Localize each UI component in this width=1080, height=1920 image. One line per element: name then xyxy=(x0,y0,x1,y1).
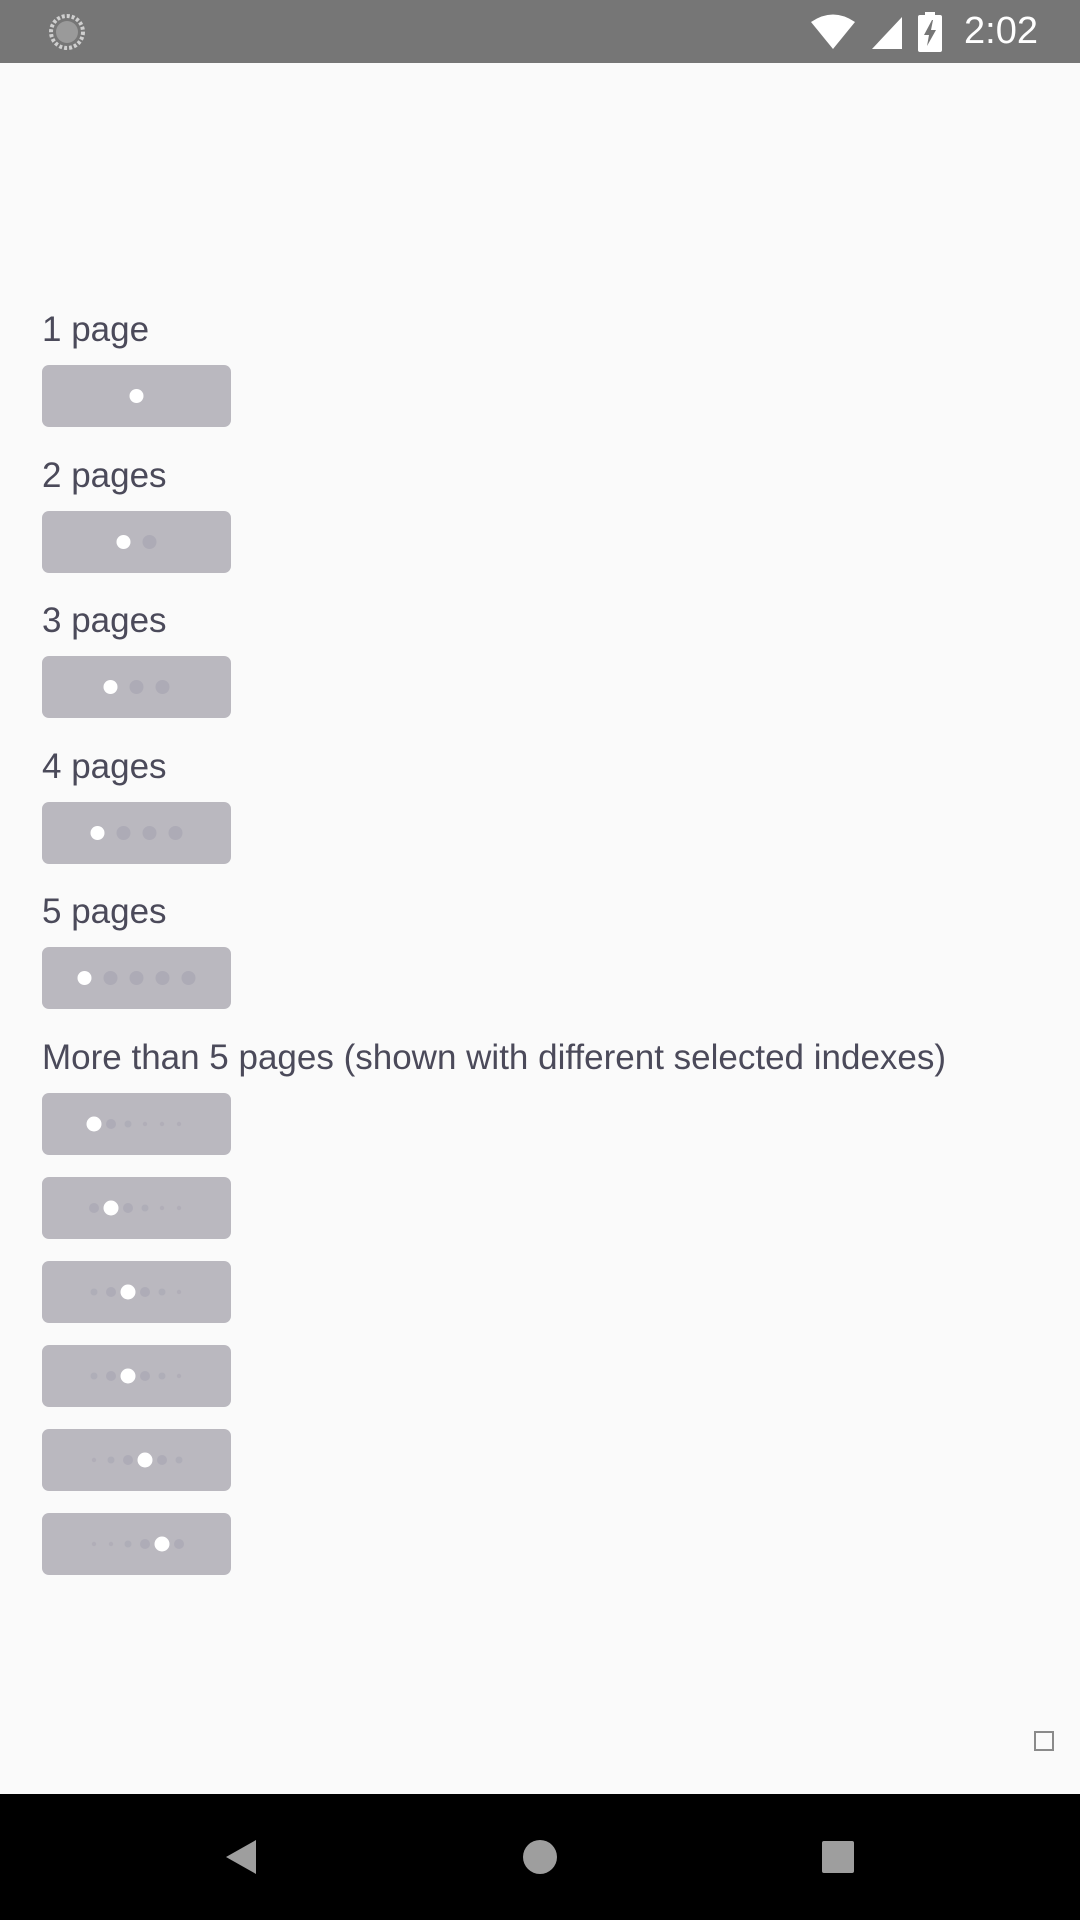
loading-icon xyxy=(49,14,85,50)
page-indicator[interactable] xyxy=(42,1261,231,1323)
page-dot xyxy=(141,1204,149,1212)
active-page-dot xyxy=(103,680,118,694)
page-indicator[interactable] xyxy=(42,802,231,864)
status-bar: 2:02 xyxy=(0,0,1080,63)
page-dot xyxy=(176,1121,182,1127)
page-dot xyxy=(181,971,196,985)
page-indicator[interactable] xyxy=(42,947,231,1009)
status-time: 2:02 xyxy=(964,10,1038,52)
page-dot xyxy=(176,1373,182,1379)
page-indicator[interactable] xyxy=(42,365,231,427)
page-dot xyxy=(123,1203,133,1213)
page-dot xyxy=(106,1371,116,1381)
checkbox-square-icon[interactable] xyxy=(1034,1731,1054,1751)
home-button[interactable] xyxy=(480,1794,600,1920)
page-dot xyxy=(106,1119,116,1129)
page-dot xyxy=(142,535,157,549)
active-page-dot xyxy=(86,1116,102,1132)
home-icon xyxy=(523,1840,557,1874)
section-label-more-than-5: More than 5 pages (shown with different … xyxy=(42,1038,947,1077)
active-page-dot xyxy=(137,1452,153,1468)
active-page-dot xyxy=(90,826,105,840)
page-dot xyxy=(124,1540,132,1548)
back-icon xyxy=(226,1840,256,1874)
page-indicator[interactable] xyxy=(42,1345,231,1407)
active-page-dot xyxy=(154,1536,170,1552)
navigation-bar xyxy=(0,1794,1080,1920)
page-dot xyxy=(129,971,144,985)
page-indicator[interactable] xyxy=(42,1429,231,1491)
page-dot xyxy=(175,1456,183,1464)
page-dot xyxy=(89,1203,99,1213)
recents-button[interactable] xyxy=(778,1794,898,1920)
page-dot xyxy=(129,680,144,694)
page-dot xyxy=(91,1541,97,1547)
page-indicator[interactable] xyxy=(42,511,231,573)
page-dot xyxy=(159,1205,165,1211)
page-indicator[interactable] xyxy=(42,1093,231,1155)
page-dot xyxy=(158,1372,166,1380)
back-button[interactable] xyxy=(181,1794,301,1920)
page-dot xyxy=(142,1121,148,1127)
page-dot xyxy=(176,1289,182,1295)
page-dot xyxy=(176,1205,182,1211)
page-dot xyxy=(157,1455,167,1465)
page-dot xyxy=(90,1288,98,1296)
wifi-icon xyxy=(811,14,856,49)
recents-icon xyxy=(822,1841,854,1873)
page-dot xyxy=(103,971,118,985)
active-page-dot xyxy=(77,971,92,985)
active-page-dot xyxy=(120,1368,136,1384)
page-dot xyxy=(140,1539,150,1549)
page-dot xyxy=(155,971,170,985)
page-dot xyxy=(174,1539,184,1549)
page-dot xyxy=(106,1287,116,1297)
status-icons: 2:02 xyxy=(810,0,1038,63)
page-dot xyxy=(91,1457,97,1463)
active-page-dot xyxy=(120,1284,136,1300)
page-dot xyxy=(158,1288,166,1296)
page-dot xyxy=(168,826,183,840)
page-dot xyxy=(142,826,157,840)
page-indicator[interactable] xyxy=(42,656,231,718)
section-label-4-pages: 4 pages xyxy=(42,747,167,786)
page-dot xyxy=(124,1120,132,1128)
page-dot xyxy=(140,1287,150,1297)
battery-charging-icon xyxy=(918,11,943,52)
page-dot xyxy=(107,1456,115,1464)
section-label-5-pages: 5 pages xyxy=(42,892,167,931)
section-label-1-page: 1 page xyxy=(42,310,150,349)
cell-signal-icon xyxy=(872,16,903,49)
page-dot xyxy=(155,680,170,694)
section-label-3-pages: 3 pages xyxy=(42,601,167,640)
page-dot xyxy=(140,1371,150,1381)
active-page-dot xyxy=(116,535,131,549)
page-dot xyxy=(116,826,131,840)
page-indicator[interactable] xyxy=(42,1177,231,1239)
page-dot xyxy=(159,1121,165,1127)
active-page-dot xyxy=(129,389,144,403)
active-page-dot xyxy=(103,1200,119,1216)
page-dot xyxy=(123,1455,133,1465)
page-dot xyxy=(90,1372,98,1380)
page-indicator[interactable] xyxy=(42,1513,231,1575)
section-label-2-pages: 2 pages xyxy=(42,456,167,495)
page-dot xyxy=(108,1541,114,1547)
